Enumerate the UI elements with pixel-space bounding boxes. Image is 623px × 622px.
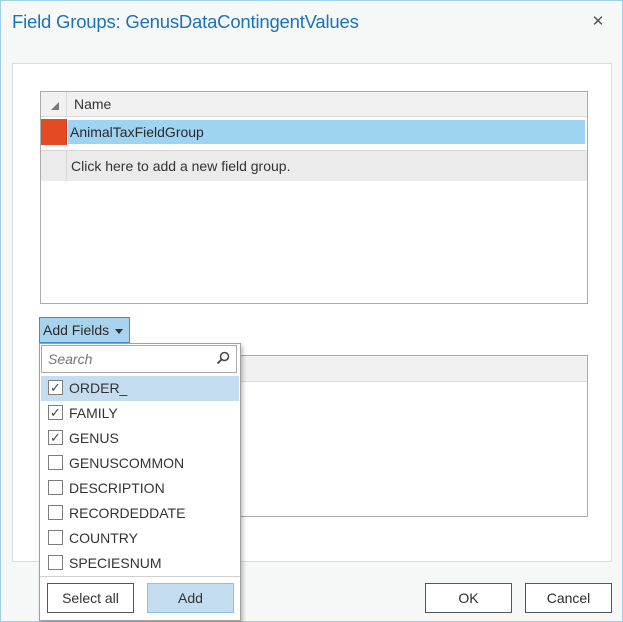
new-row[interactable]: Click here to add a new field group. — [41, 150, 587, 181]
list-item[interactable]: RECORDEDDATE — [41, 501, 239, 526]
search-icon[interactable] — [216, 351, 230, 365]
ok-button[interactable]: OK — [425, 583, 512, 613]
field-label: GENUS — [69, 430, 119, 446]
field-list: ✓ ORDER_ ✓ FAMILY ✓ GENUS GENUSCOMMON DESCRIPTI… — [41, 376, 239, 576]
column-header-name[interactable]: Name — [74, 96, 111, 112]
checkbox[interactable] — [48, 480, 63, 495]
fields-grid-header — [239, 356, 587, 382]
list-item[interactable]: DESCRIPTION — [41, 476, 239, 501]
field-label: FAMILY — [69, 405, 118, 421]
field-groups-dialog: Field Groups: GenusDataContingentValues … — [0, 0, 623, 622]
corner-triangle-icon — [51, 102, 59, 110]
select-all-button[interactable]: Select all — [47, 583, 134, 613]
add-fields-button[interactable]: Add Fields — [39, 317, 131, 343]
field-label: ORDER_ — [69, 380, 128, 396]
checkbox[interactable] — [48, 555, 63, 570]
list-item[interactable]: GENUSCOMMON — [41, 451, 239, 476]
checkbox-checked[interactable]: ✓ — [48, 380, 63, 395]
checkbox-checked[interactable]: ✓ — [48, 430, 63, 445]
checkbox-checked[interactable]: ✓ — [48, 405, 63, 420]
checkbox[interactable] — [48, 530, 63, 545]
new-field-group-prompt[interactable]: Click here to add a new field group. — [71, 158, 290, 174]
select-all-corner[interactable] — [41, 92, 67, 116]
list-item[interactable]: COUNTRY — [41, 526, 239, 551]
fields-grid — [238, 355, 588, 517]
field-label: GENUSCOMMON — [69, 455, 185, 471]
field-label: COUNTRY — [69, 530, 138, 546]
list-item[interactable]: ✓ GENUS — [41, 426, 239, 451]
add-fields-dropdown: ✓ ORDER_ ✓ FAMILY ✓ GENUS GENUSCOMMON DESCRIPTI… — [39, 343, 241, 621]
add-button[interactable]: Add — [147, 583, 234, 613]
checkbox[interactable] — [48, 505, 63, 520]
field-label: DESCRIPTION — [69, 480, 165, 496]
field-groups-grid: Name AnimalTaxFieldGroup Click here to a… — [40, 91, 588, 304]
field-group-name-cell[interactable]: AnimalTaxFieldGroup — [68, 120, 585, 144]
dialog-title: Field Groups: GenusDataContingentValues — [12, 11, 359, 32]
search-input[interactable] — [48, 351, 208, 367]
checkbox[interactable] — [48, 455, 63, 470]
row-indicator[interactable] — [41, 119, 67, 145]
field-label: RECORDEDDATE — [69, 505, 186, 521]
add-fields-label: Add Fields — [43, 322, 110, 338]
search-box — [41, 345, 237, 373]
cancel-button[interactable]: Cancel — [525, 583, 612, 613]
grid-header: Name — [41, 92, 587, 117]
table-row[interactable]: AnimalTaxFieldGroup — [41, 119, 587, 145]
list-item[interactable]: SPECIESNUM — [41, 551, 239, 576]
chevron-down-icon — [115, 328, 124, 334]
divider — [40, 576, 240, 577]
close-icon[interactable]: ✕ — [590, 12, 606, 30]
list-item[interactable]: ✓ ORDER_ — [41, 376, 239, 401]
row-indicator — [41, 151, 67, 181]
field-label: SPECIESNUM — [69, 555, 162, 571]
list-item[interactable]: ✓ FAMILY — [41, 401, 239, 426]
